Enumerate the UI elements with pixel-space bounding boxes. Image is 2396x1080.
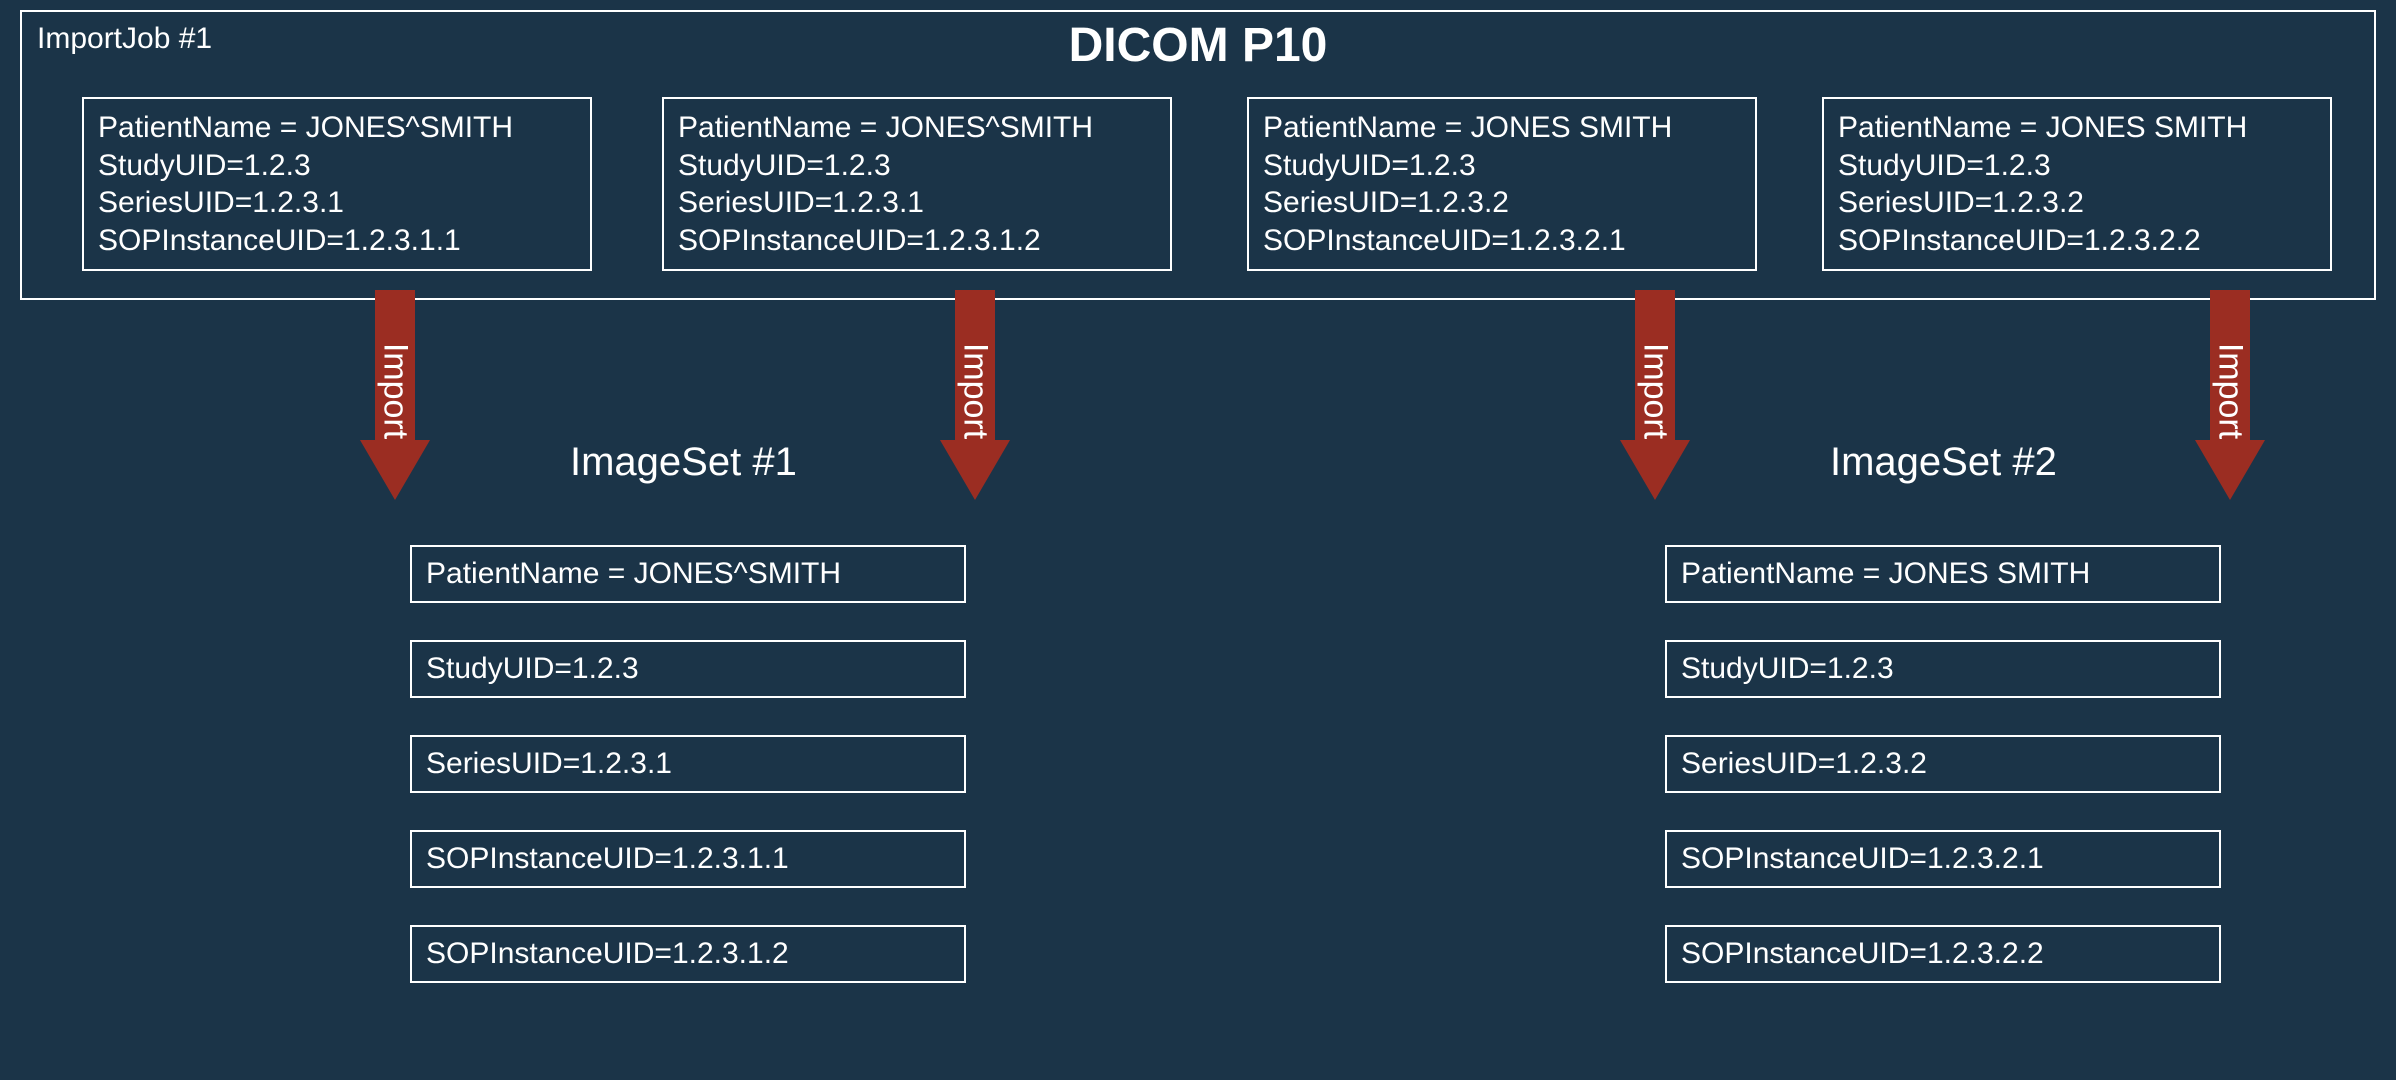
import-arrow-4: Import <box>2195 290 2265 500</box>
instance-patient-name: PatientName = JONES^SMITH <box>98 109 576 147</box>
instance-patient-name: PatientName = JONES SMITH <box>1263 109 1741 147</box>
imageset-1-sop-uid-1: SOPInstanceUID=1.2.3.1.1 <box>410 830 966 888</box>
imageset-1-patient-name: PatientName = JONES^SMITH <box>410 545 966 603</box>
instance-study-uid: StudyUID=1.2.3 <box>1838 147 2316 185</box>
instance-sop-uid: SOPInstanceUID=1.2.3.1.1 <box>98 222 576 260</box>
imageset-2-patient-name: PatientName = JONES SMITH <box>1665 545 2221 603</box>
instance-series-uid: SeriesUID=1.2.3.2 <box>1838 184 2316 222</box>
instance-patient-name: PatientName = JONES SMITH <box>1838 109 2316 147</box>
instance-series-uid: SeriesUID=1.2.3.2 <box>1263 184 1741 222</box>
imageset-2-series-uid: SeriesUID=1.2.3.2 <box>1665 735 2221 793</box>
imageset-2-study-uid: StudyUID=1.2.3 <box>1665 640 2221 698</box>
imageset-1-label: ImageSet #1 <box>570 440 797 485</box>
arrow-label: Import <box>1636 343 1675 439</box>
arrow-label: Import <box>956 343 995 439</box>
arrow-label: Import <box>376 343 415 439</box>
instance-study-uid: StudyUID=1.2.3 <box>98 147 576 185</box>
instance-series-uid: SeriesUID=1.2.3.1 <box>98 184 576 222</box>
imageset-1-series-uid: SeriesUID=1.2.3.1 <box>410 735 966 793</box>
dicom-title: DICOM P10 <box>1069 18 1328 73</box>
imageset-2-label: ImageSet #2 <box>1830 440 2057 485</box>
instance-sop-uid: SOPInstanceUID=1.2.3.1.2 <box>678 222 1156 260</box>
arrow-label: Import <box>2211 343 2250 439</box>
import-job-label: ImportJob #1 <box>37 22 212 56</box>
import-arrow-1: Import <box>360 290 430 500</box>
dicom-instance-1: PatientName = JONES^SMITH StudyUID=1.2.3… <box>82 97 592 271</box>
imageset-2-sop-uid-2: SOPInstanceUID=1.2.3.2.2 <box>1665 925 2221 983</box>
instance-sop-uid: SOPInstanceUID=1.2.3.2.1 <box>1263 222 1741 260</box>
dicom-instance-3: PatientName = JONES SMITH StudyUID=1.2.3… <box>1247 97 1757 271</box>
dicom-instance-4: PatientName = JONES SMITH StudyUID=1.2.3… <box>1822 97 2332 271</box>
dicom-instance-2: PatientName = JONES^SMITH StudyUID=1.2.3… <box>662 97 1172 271</box>
import-job-container: ImportJob #1 DICOM P10 PatientName = JON… <box>20 10 2376 300</box>
imageset-1-study-uid: StudyUID=1.2.3 <box>410 640 966 698</box>
instance-study-uid: StudyUID=1.2.3 <box>678 147 1156 185</box>
imageset-1-sop-uid-2: SOPInstanceUID=1.2.3.1.2 <box>410 925 966 983</box>
instance-sop-uid: SOPInstanceUID=1.2.3.2.2 <box>1838 222 2316 260</box>
instance-series-uid: SeriesUID=1.2.3.1 <box>678 184 1156 222</box>
import-arrow-2: Import <box>940 290 1010 500</box>
imageset-2-sop-uid-1: SOPInstanceUID=1.2.3.2.1 <box>1665 830 2221 888</box>
instance-patient-name: PatientName = JONES^SMITH <box>678 109 1156 147</box>
import-arrow-3: Import <box>1620 290 1690 500</box>
instance-study-uid: StudyUID=1.2.3 <box>1263 147 1741 185</box>
